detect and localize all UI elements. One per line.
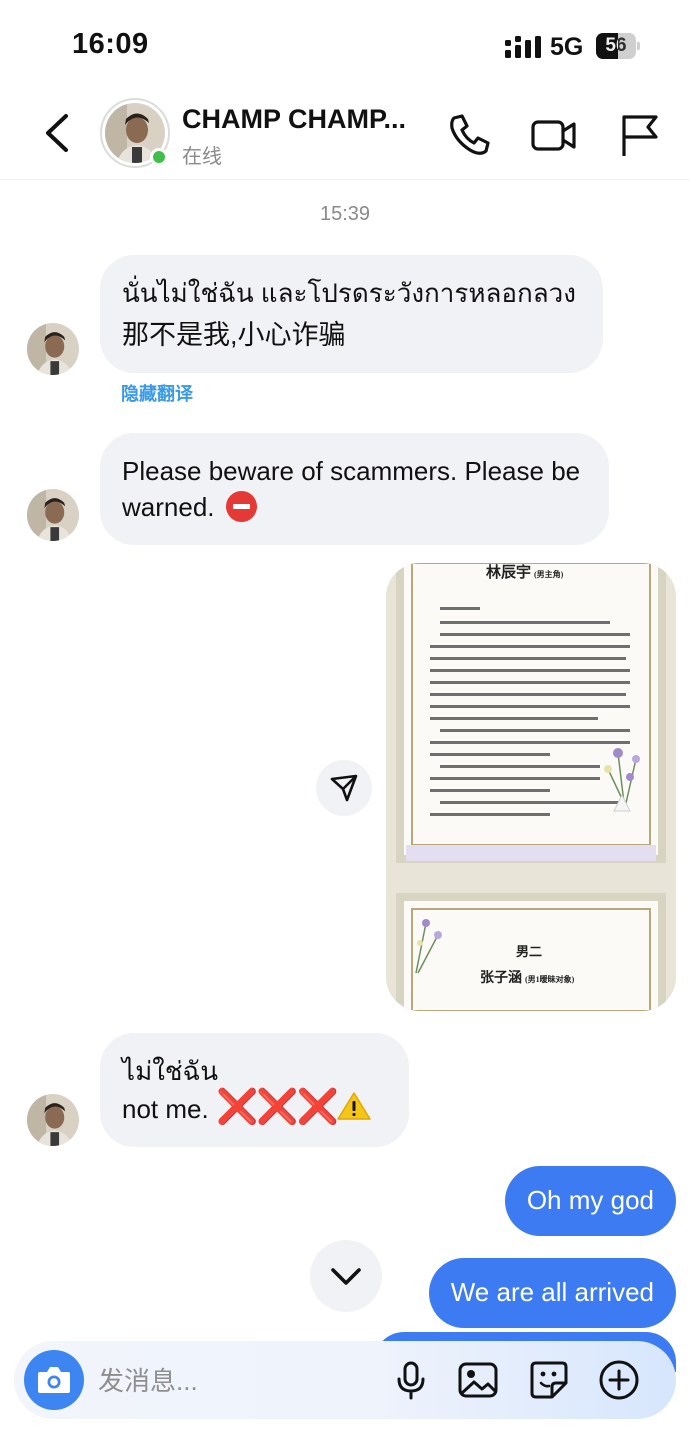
sender-avatar[interactable] — [27, 323, 79, 375]
outgoing-message-bubble[interactable]: We are all arrived — [428, 1258, 676, 1328]
battery-icon: 56 — [596, 33, 640, 59]
gallery-button[interactable] — [457, 1359, 499, 1401]
report-flag-button[interactable] — [614, 110, 664, 160]
message-original-text: นั่นไม่ใช่ฉัน และโปรดระวังการหลอกลวง — [122, 278, 576, 308]
battery-level: 56 — [605, 35, 627, 56]
message-input[interactable] — [98, 1363, 348, 1399]
video-call-button[interactable] — [528, 110, 578, 160]
contact-status: 在线 — [182, 146, 222, 168]
voice-call-button[interactable] — [444, 110, 494, 160]
incoming-message-bubble[interactable]: ไม่ใช่ฉัน not me. ❌❌❌ — [100, 1033, 409, 1147]
online-status-dot — [150, 148, 168, 166]
contact-avatar[interactable] — [100, 98, 170, 168]
signal-icon — [505, 36, 541, 58]
cross-mark-emoji-icon: ❌❌❌ — [215, 1088, 339, 1126]
status-time: 16:09 — [72, 28, 149, 60]
sender-avatar[interactable] — [27, 489, 79, 541]
message-timestamp: 15:39 — [319, 203, 371, 225]
image-page2-title: 张子涵 (男1暧昧对象) — [480, 971, 575, 986]
camera-icon — [38, 1367, 70, 1393]
message-composer — [14, 1341, 676, 1419]
message-text: Please beware of scammers. Please be war… — [122, 456, 581, 522]
message-translation-text: 那不是我,小心诈骗 — [122, 320, 346, 350]
sticker-button[interactable] — [528, 1359, 570, 1401]
scroll-to-bottom-button[interactable] — [310, 1240, 382, 1312]
shared-image[interactable]: 林辰宇 (男主角) 男二 张子涵 (男1暧昧对象) — [386, 563, 676, 1011]
back-button[interactable] — [38, 108, 78, 158]
message-line-thai: ไม่ใช่ฉัน — [122, 1056, 219, 1086]
image-page2-line1: 男二 — [516, 944, 543, 959]
incoming-message-bubble[interactable]: Please beware of scammers. Please be war… — [100, 433, 609, 545]
incoming-message-bubble[interactable]: นั่นไม่ใช่ฉัน และโปรดระวังการหลอกลวง 那不是… — [100, 255, 603, 373]
outgoing-message-bubble[interactable]: Oh my god — [504, 1166, 676, 1236]
chat-header: CHAMP CHAMP... 在线 — [0, 90, 690, 180]
add-more-button[interactable] — [598, 1359, 640, 1401]
contact-name[interactable]: CHAMP CHAMP... — [182, 104, 432, 135]
camera-button[interactable] — [24, 1350, 84, 1410]
microphone-button[interactable] — [390, 1359, 432, 1401]
network-label: 5G — [550, 33, 584, 61]
status-bar: 16:09 5G 56 — [0, 0, 690, 90]
warning-emoji-icon — [337, 1092, 371, 1120]
no-entry-emoji-icon — [225, 491, 257, 522]
forward-share-button[interactable] — [316, 760, 372, 816]
message-line-english: not me. ❌❌❌ — [122, 1089, 387, 1127]
hide-translation-link[interactable]: 隐藏翻译 — [121, 380, 193, 406]
image-page1-title: 林辰宇 (男主角) — [486, 565, 564, 581]
sender-avatar[interactable] — [27, 1094, 79, 1146]
